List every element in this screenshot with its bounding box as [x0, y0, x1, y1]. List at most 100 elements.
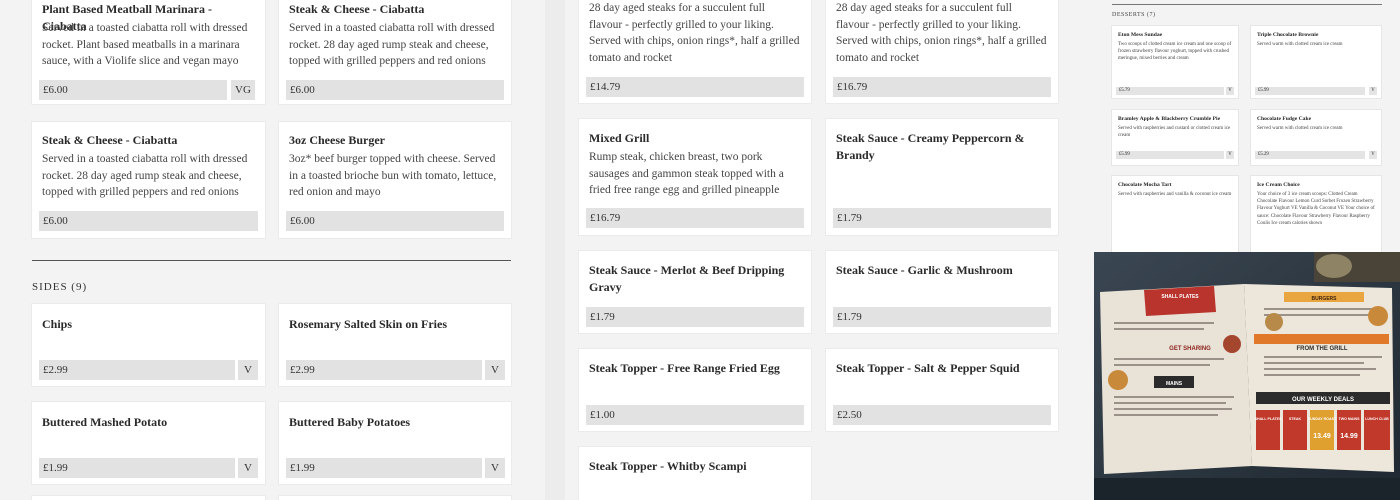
photo-panel-label: OUR WEEKLY DEALS [1292, 397, 1354, 403]
item-price: £14.79 [586, 77, 804, 97]
item-description: Your choice of 3 ice cream scoops: Clott… [1257, 192, 1375, 226]
photo-deal-label: TWO MAINS [1339, 417, 1361, 421]
diet-badge: V [1369, 151, 1377, 159]
photo-panel-label: SHALL PLATES [1161, 294, 1199, 300]
item-price: £2.99 [286, 360, 482, 380]
menu-item-card[interactable] [32, 496, 265, 500]
item-price: £1.79 [586, 307, 804, 327]
item-price: £6.00 [286, 211, 504, 231]
item-title: Mixed Grill [589, 131, 650, 145]
item-description: Served warm with clotted cream ice cream [1257, 126, 1343, 131]
item-description: Served with raspberries and custard or c… [1118, 126, 1231, 139]
menu-photo: SHALL PLATES GET SHARING MAINS BURGERS F… [1094, 252, 1400, 500]
item-title: Steak Topper - Whitby Scampi [589, 459, 747, 473]
item-title: Steak Sauce - Garlic & Mushroom [836, 263, 1013, 277]
menu-pane-left: Plant Based Meatball Marinara - Ciabatta… [0, 0, 545, 500]
menu-item-card[interactable]: Steak Sauce - Creamy Peppercorn & Brandy… [826, 119, 1058, 235]
section-divider [32, 260, 511, 261]
item-price: £6.00 [286, 80, 504, 100]
item-price: £16.79 [833, 77, 1051, 97]
menu-item-card[interactable]: Steak Topper - Whitby Scampi [579, 447, 811, 500]
item-title: 3oz Cheese Burger [289, 133, 385, 147]
item-title: Eton Mess Sundae [1118, 32, 1163, 38]
item-price: £2.99 [39, 360, 235, 380]
diet-badge: V [1226, 151, 1234, 159]
menu-item-card[interactable]: Mixed Grill Rump steak, chicken breast, … [579, 119, 811, 235]
item-price: £5.99 [1255, 87, 1365, 95]
sides-heading: SIDES (9) [32, 281, 88, 293]
item-title: Bramley Apple & Blackberry Crumble Pie [1118, 116, 1221, 122]
menu-item-card[interactable]: Buttered Mashed Potato £1.99 V [32, 402, 265, 484]
item-description: Two scoops of clotted cream ice cream an… [1118, 42, 1232, 62]
menu-item-card[interactable]: 28 day aged steaks for a succulent full … [826, 0, 1058, 103]
diet-badge: V [485, 458, 505, 478]
diet-badge: V [238, 458, 258, 478]
item-title: Ice Cream Choice [1257, 182, 1300, 188]
photo-deal-price: 14.99 [1340, 433, 1358, 440]
item-title: Steak Sauce - Merlot & Beef Dripping Gra… [589, 263, 785, 294]
menu-item-card[interactable]: 3oz Cheese Burger 3oz* beef burger toppe… [279, 122, 511, 238]
desserts-heading: DESSERTS (7) [1112, 12, 1156, 18]
menu-item-card[interactable]: Chips £2.99 V [32, 304, 265, 386]
item-title: Steak & Cheese - Ciabatta [289, 2, 425, 16]
item-description: Served warm with clotted cream ice cream [1257, 42, 1343, 47]
photo-deal-label: SUNDAY ROAST [1308, 417, 1337, 421]
item-description: 3oz* beef burger topped with cheese. Ser… [289, 153, 497, 199]
item-price: £1.99 [286, 458, 482, 478]
menu-item-card[interactable]: Steak Sauce - Garlic & Mushroom £1.79 [826, 251, 1058, 333]
photo-deal-price: 13.49 [1313, 433, 1331, 440]
dessert-card[interactable]: Chocolate Fudge Cake Served warm with cl… [1251, 110, 1381, 165]
item-price: £1.79 [833, 307, 1051, 327]
dessert-card[interactable]: Eton Mess Sundae Two scoops of clotted c… [1112, 26, 1238, 98]
item-title: Buttered Baby Potatoes [289, 415, 411, 429]
dessert-card[interactable]: Bramley Apple & Blackberry Crumble Pie S… [1112, 110, 1238, 165]
menu-pane-middle: 28 day aged steaks for a succulent full … [565, 0, 1090, 500]
dessert-card[interactable]: Ice Cream Choice Your choice of 3 ice cr… [1251, 176, 1381, 256]
menu-item-card[interactable]: Steak Topper - Free Range Fried Egg £1.0… [579, 349, 811, 431]
diet-badge: V [1369, 87, 1377, 95]
diet-badge: V [238, 360, 258, 380]
dessert-card[interactable]: Triple Chocolate Brownie Served warm wit… [1251, 26, 1381, 98]
item-description: 28 day aged steaks for a succulent full … [836, 2, 1047, 64]
menu-item-card[interactable]: Buttered Baby Potatoes £1.99 V [279, 402, 511, 484]
item-price: £16.79 [586, 208, 804, 228]
item-price: £5.99 [1116, 151, 1224, 159]
item-title: Chocolate Fudge Cake [1257, 116, 1312, 122]
photo-panel-label: FROM THE GRILL [1297, 346, 1348, 352]
item-title: Chips [42, 317, 73, 331]
photo-deal-label: STEAK [1289, 417, 1302, 421]
diet-badge: V [485, 360, 505, 380]
item-title: Buttered Mashed Potato [42, 415, 168, 429]
menu-item-card[interactable]: Steak & Cheese - Ciabatta Served in a to… [32, 122, 265, 238]
item-price: £2.50 [833, 405, 1051, 425]
item-price: £1.99 [39, 458, 235, 478]
item-title: Steak Sauce - Creamy Peppercorn & Brandy [836, 131, 1025, 162]
photo-panel-label: GET SHARING [1169, 346, 1211, 352]
item-description: 28 day aged steaks for a succulent full … [589, 2, 800, 64]
item-description: Served in a toasted ciabatta roll with d… [42, 22, 248, 68]
menu-item-card[interactable]: Rosemary Salted Skin on Fries £2.99 V [279, 304, 511, 386]
item-description: Served in a toasted ciabatta roll with d… [289, 22, 495, 68]
item-title: Steak & Cheese - Ciabatta [42, 133, 178, 147]
item-price: £1.00 [586, 405, 804, 425]
menu-item-card[interactable] [279, 496, 511, 500]
section-divider [1112, 4, 1382, 5]
diet-badge: VG [231, 80, 255, 100]
photo-panel-label: BURGERS [1311, 296, 1337, 302]
menu-item-card[interactable]: Plant Based Meatball Marinara - Ciabatta… [32, 0, 265, 104]
pane-gutter [545, 0, 565, 500]
item-price: £6.00 [39, 80, 227, 100]
item-title: Steak Topper - Free Range Fried Egg [589, 361, 780, 375]
photo-deal-label: LUNCH CLUB [1365, 417, 1389, 421]
menu-item-card[interactable]: Steak Sauce - Merlot & Beef Dripping Gra… [579, 251, 811, 333]
item-title: Triple Chocolate Brownie [1257, 32, 1319, 38]
menu-item-card[interactable]: 28 day aged steaks for a succulent full … [579, 0, 811, 103]
item-description: Served in a toasted ciabatta roll with d… [42, 153, 248, 199]
menu-item-card[interactable]: Steak & Cheese - Ciabatta Served in a to… [279, 0, 511, 104]
menu-item-card[interactable]: Steak Topper - Salt & Pepper Squid £2.50 [826, 349, 1058, 431]
item-price: £5.79 [1116, 87, 1224, 95]
diet-badge: V [1226, 87, 1234, 95]
item-price: £6.00 [39, 211, 258, 231]
item-description: Rump steak, chicken breast, two pork sau… [589, 151, 784, 197]
dessert-card[interactable]: Chocolate Mocha Tart Served with raspber… [1112, 176, 1238, 256]
